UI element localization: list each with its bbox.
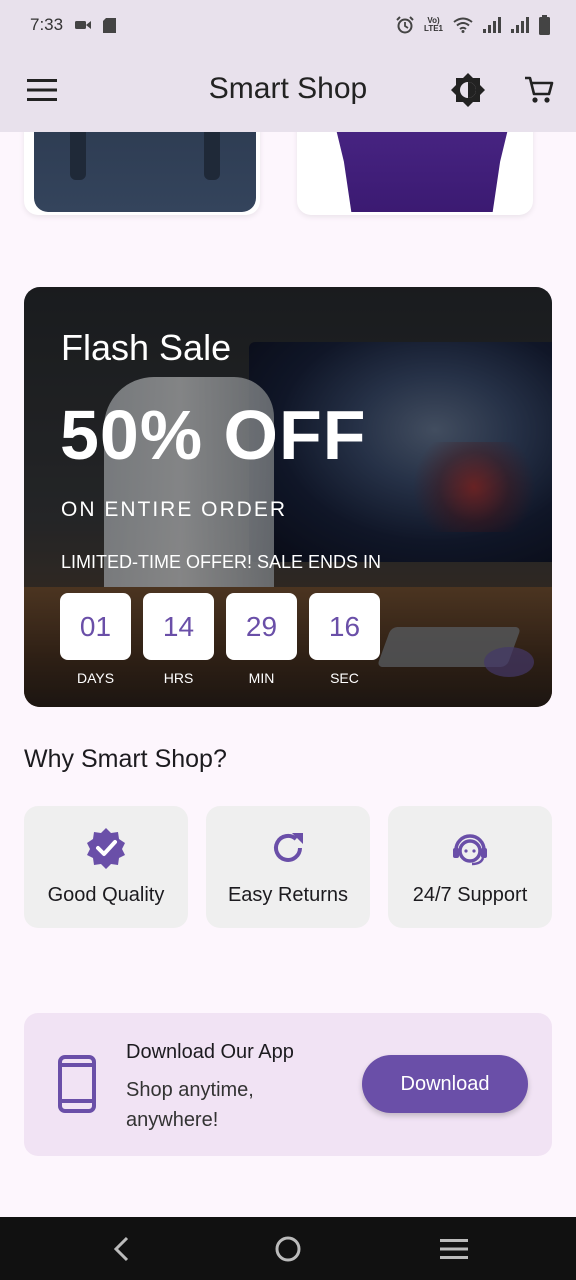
cart-icon[interactable] [519,70,559,110]
flash-sale-discount: 50% OFF [60,396,367,474]
feature-card-support[interactable]: 24/7 Support [388,806,552,928]
smartphone-icon [58,1055,96,1118]
status-bar: 7:33 Vo) LTE1 [0,0,576,50]
countdown-minutes: 29 MIN [226,593,297,686]
back-icon[interactable] [104,1231,140,1267]
countdown-label: SEC [330,670,359,686]
alarm-icon [396,16,414,34]
download-button[interactable]: Download [362,1055,528,1113]
feature-label: Good Quality [47,884,165,906]
verified-badge-icon [85,828,127,869]
download-app-card: Download Our App Shop anytime, anywhere!… [24,1013,552,1156]
countdown-seconds: 16 SEC [309,593,380,686]
signal-icon [483,17,501,33]
countdown-label: DAYS [76,670,115,686]
feature-card-quality[interactable]: Good Quality [24,806,188,928]
section-title-why: Why Smart Shop? [24,745,227,773]
app-title: Smart Shop [208,72,368,105]
flash-sale-banner[interactable]: Flash Sale 50% OFF ON ENTIRE ORDER LIMIT… [24,287,552,707]
countdown-label: MIN [248,670,275,686]
countdown-label: HRS [163,670,194,686]
sd-card-icon [103,17,117,33]
recents-icon[interactable] [436,1231,472,1267]
countdown-value: 16 [309,593,380,660]
battery-icon [539,15,550,35]
signal-icon [511,17,529,33]
app-bar: Smart Shop [0,50,576,132]
video-icon [75,19,92,31]
countdown-timer: 01 DAYS 14 HRS 29 MIN 16 SEC [60,593,380,686]
countdown-value: 29 [226,593,297,660]
flash-sale-limited-text: LIMITED-TIME OFFER! SALE ENDS IN [61,552,382,572]
countdown-value: 01 [60,593,131,660]
feature-label: Easy Returns [227,884,349,906]
countdown-days: 01 DAYS [60,593,131,686]
download-title: Download Our App [126,1041,294,1063]
countdown-value: 14 [143,593,214,660]
system-nav-bar [0,1217,576,1280]
brightness-icon[interactable] [448,70,488,110]
volte-icon: Vo) LTE1 [424,16,443,33]
flash-sale-subtitle: ON ENTIRE ORDER [61,498,288,521]
wifi-icon [453,17,473,33]
status-time: 7:33 [30,15,64,34]
home-icon[interactable] [270,1231,306,1267]
download-subtitle: Shop anytime, anywhere! [126,1079,254,1131]
feature-card-returns[interactable]: Easy Returns [206,806,370,928]
refresh-icon [270,828,306,868]
feature-label: 24/7 Support [412,884,528,906]
support-agent-icon [450,828,490,868]
countdown-hours: 14 HRS [143,593,214,686]
flash-sale-title: Flash Sale [61,327,232,368]
